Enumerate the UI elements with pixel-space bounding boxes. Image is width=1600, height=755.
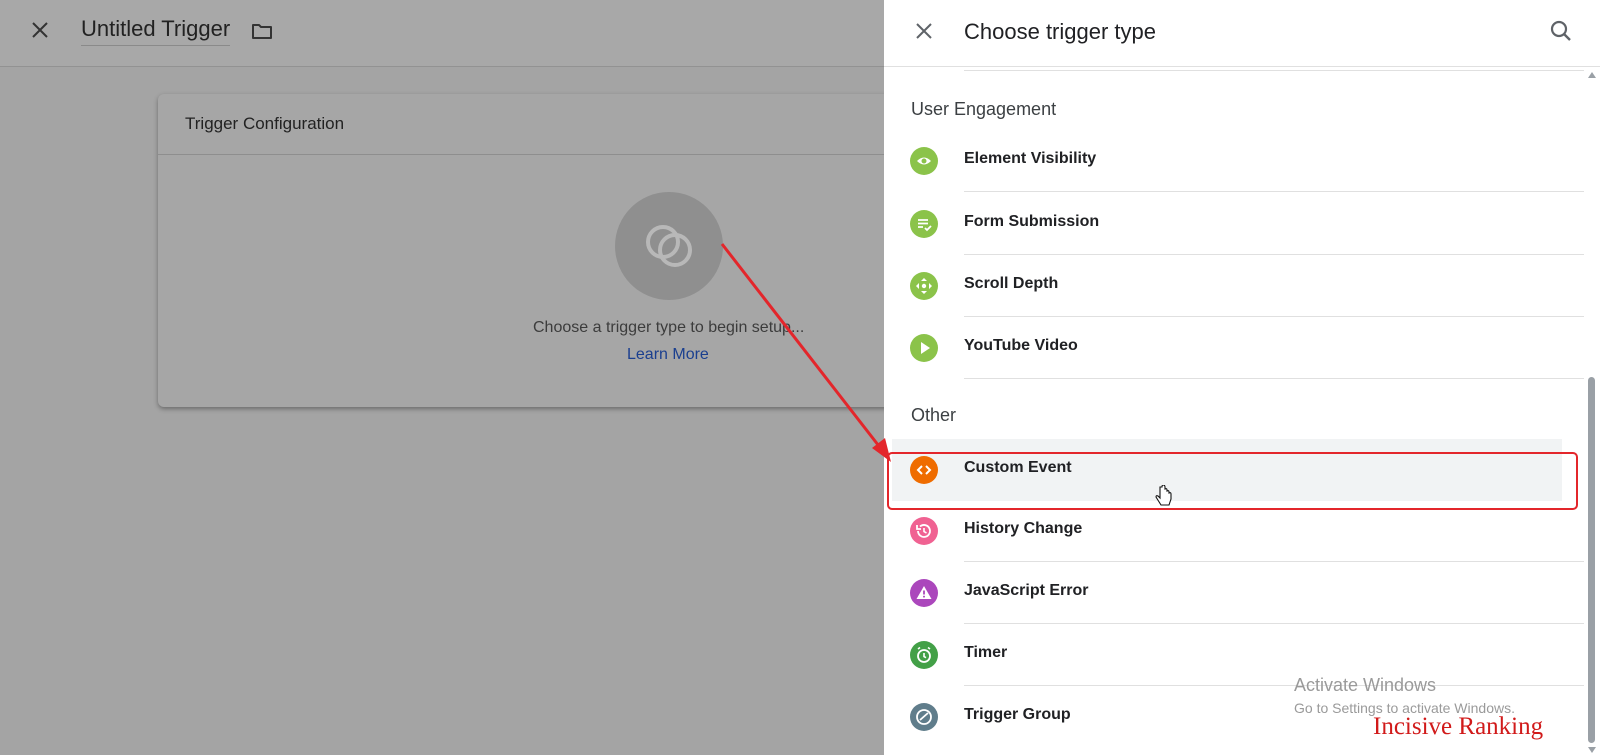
- trigger-item-youtube-video[interactable]: YouTube Video: [884, 317, 1584, 379]
- empty-state-text: Choose a trigger type to begin setup...: [533, 319, 805, 336]
- scroll-up-arrow-icon[interactable]: [1588, 72, 1596, 78]
- section-user-engagement: User Engagement: [911, 99, 1057, 119]
- section-other: Other: [911, 405, 957, 425]
- close-editor-button[interactable]: [28, 18, 52, 42]
- trigger-type-list[interactable]: User Engagement Element Visibility Form …: [884, 67, 1600, 755]
- trigger-group-icon: [910, 703, 938, 731]
- trigger-item-label: Element Visibility: [964, 150, 1097, 167]
- brand-watermark: Incisive Ranking: [1373, 713, 1544, 740]
- trigger-name-field[interactable]: Untitled Trigger: [81, 16, 231, 46]
- annotation-highlight-box: [887, 452, 1578, 510]
- card-title: Trigger Configuration: [185, 114, 345, 133]
- eye-icon: [910, 147, 938, 175]
- trigger-type-panel: Choose trigger type User Engagement Elem…: [884, 0, 1600, 755]
- close-icon: [32, 22, 48, 38]
- scrollbar[interactable]: [1584, 67, 1600, 755]
- trigger-item-timer[interactable]: Timer: [884, 624, 1584, 686]
- search-icon[interactable]: [1548, 18, 1574, 44]
- trigger-configuration-card[interactable]: Trigger Configuration Choose a trigger t…: [158, 94, 898, 407]
- trigger-item-label: Timer: [964, 644, 1008, 661]
- move-arrows-icon: [910, 272, 938, 300]
- editor-header: Untitled Trigger: [0, 0, 884, 67]
- trigger-item-label: Trigger Group: [964, 706, 1071, 723]
- close-icon: [916, 23, 932, 39]
- trigger-item-label: Scroll Depth: [964, 275, 1059, 292]
- scrollbar-thumb[interactable]: [1588, 377, 1595, 743]
- trigger-item-label: JavaScript Error: [964, 582, 1089, 599]
- trigger-placeholder-icon: [615, 192, 723, 300]
- close-panel-button[interactable]: [912, 19, 936, 43]
- divider: [158, 154, 898, 155]
- trigger-item-scroll-depth[interactable]: Scroll Depth: [884, 255, 1584, 317]
- trigger-item-form-submission[interactable]: Form Submission: [884, 193, 1584, 255]
- scroll-down-arrow-icon[interactable]: [1588, 747, 1596, 753]
- trigger-item-label: Form Submission: [964, 213, 1100, 230]
- panel-header: Choose trigger type: [884, 0, 1600, 67]
- trigger-item-element-visibility[interactable]: Element Visibility: [884, 130, 1584, 192]
- folder-icon[interactable]: [250, 19, 274, 43]
- divider: [964, 191, 1584, 192]
- history-icon: [910, 517, 938, 545]
- warning-icon: [910, 579, 938, 607]
- divider: [964, 70, 1584, 71]
- panel-title: Choose trigger type: [964, 19, 1156, 44]
- play-icon: [910, 334, 938, 362]
- trigger-item-label: History Change: [964, 520, 1083, 537]
- activate-windows-title: Activate Windows: [1294, 675, 1437, 695]
- form-check-icon: [910, 210, 938, 238]
- divider: [964, 378, 1584, 379]
- hand-cursor-icon: [1154, 484, 1174, 514]
- trigger-item-label: YouTube Video: [964, 337, 1078, 354]
- learn-more-link[interactable]: Learn More: [627, 346, 709, 364]
- trigger-item-javascript-error[interactable]: JavaScript Error: [884, 562, 1584, 624]
- alarm-clock-icon: [910, 641, 938, 669]
